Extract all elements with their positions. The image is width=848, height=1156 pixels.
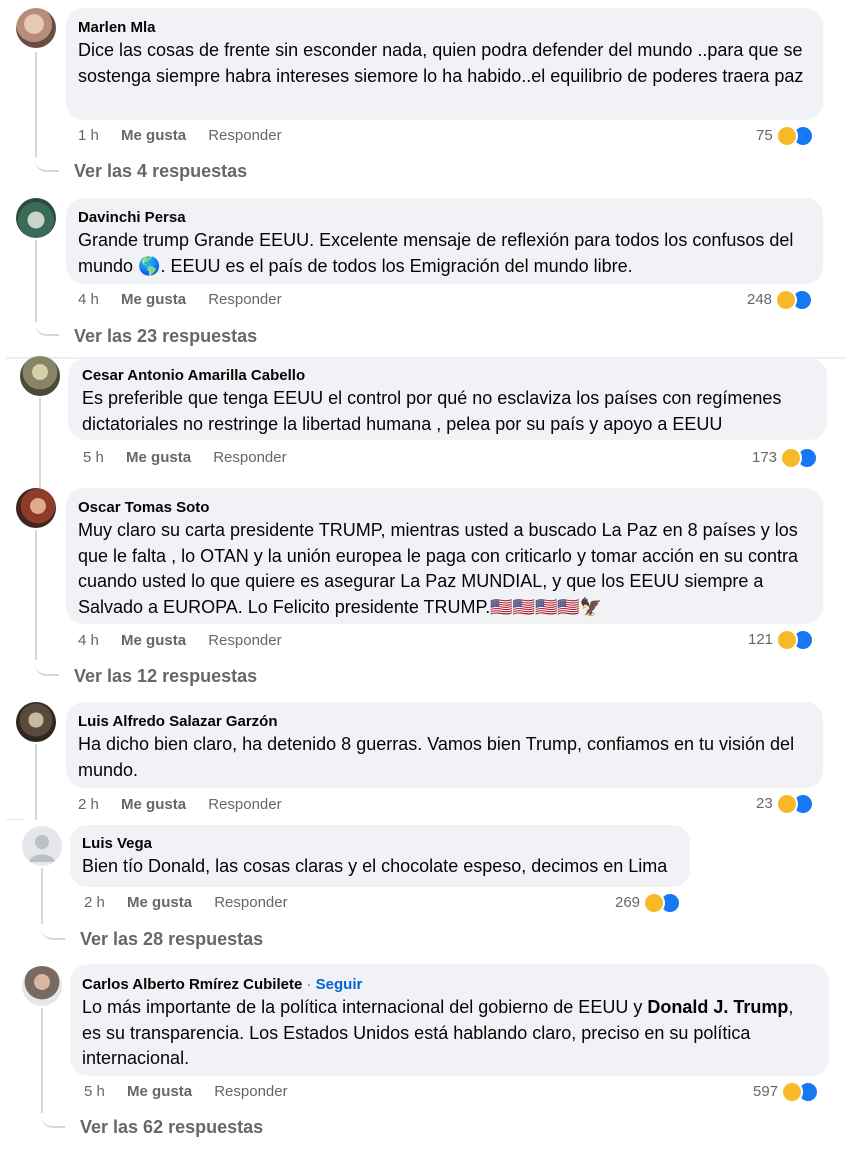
comment-author[interactable]: Davinchi Persa (78, 208, 811, 228)
haha-reaction-icon (775, 125, 798, 147)
comment-bubble: Carlos Alberto Rmírez Cubilete · Seguir … (70, 964, 829, 1076)
comment-bubble: Luis Alfredo Salazar Garzón Ha dicho bie… (66, 702, 823, 788)
reaction-count: 269 (615, 894, 641, 911)
comment-bubble: Davinchi Persa Grande trump Grande EEUU.… (66, 198, 823, 284)
separator-dot: · (306, 976, 312, 993)
like-button[interactable]: Me gusta (126, 448, 191, 468)
reply-button[interactable]: Responder (214, 1082, 287, 1102)
reply-button[interactable]: Responder (208, 126, 281, 146)
reaction-summary[interactable]: 597 (753, 1081, 820, 1103)
reaction-summary[interactable]: 121 (748, 629, 815, 651)
reply-button[interactable]: Responder (213, 448, 286, 468)
reaction-summary[interactable]: 23 (756, 793, 814, 815)
reply-button[interactable]: Responder (208, 290, 281, 310)
reaction-count: 173 (752, 449, 778, 466)
reaction-count: 75 (756, 127, 773, 144)
comment-text: Ha dicho bien claro, ha detenido 8 guerr… (78, 734, 795, 780)
comment-time[interactable]: 5 h (84, 1082, 105, 1102)
reaction-summary[interactable]: 75 (756, 125, 814, 147)
reply-button[interactable]: Responder (214, 893, 287, 913)
avatar[interactable] (16, 8, 56, 48)
mentioned-profile-link[interactable]: Donald J. Trump (647, 997, 788, 1017)
view-replies-link[interactable]: Ver las 4 respuestas (74, 160, 247, 182)
like-button[interactable]: Me gusta (127, 1082, 192, 1102)
comment-text: Grande trump Grande EEUU. Excelente mens… (78, 230, 794, 276)
comment-author[interactable]: Cesar Antonio Amarilla Cabello (82, 366, 815, 386)
reply-button[interactable]: Responder (208, 631, 281, 651)
haha-reaction-icon (775, 793, 798, 815)
comment-time[interactable]: 4 h (78, 631, 99, 651)
comment-text: Lo más importante de la política interna… (82, 995, 817, 1072)
avatar[interactable] (20, 356, 60, 396)
comment-bubble: Oscar Tomas Soto Muy claro su carta pres… (66, 488, 823, 624)
comment-text: Bien tío Donald, las cosas claras y el c… (82, 856, 668, 876)
reaction-count: 248 (747, 291, 773, 308)
default-avatar-icon[interactable] (22, 826, 62, 866)
comment-time[interactable]: 1 h (78, 126, 99, 146)
comment-author[interactable]: Luis Vega (82, 834, 678, 854)
like-button[interactable]: Me gusta (121, 795, 186, 815)
reply-button[interactable]: Responder (208, 795, 281, 815)
comment-text: Es preferible que tenga EEUU el control … (82, 388, 782, 434)
reaction-summary[interactable]: 248 (747, 289, 814, 311)
comment-time[interactable]: 2 h (78, 795, 99, 815)
comment-text: Dice las cosas de frente sin esconder na… (78, 40, 804, 86)
haha-reaction-icon (643, 892, 666, 914)
reaction-count: 23 (756, 795, 773, 812)
haha-reaction-icon (780, 447, 803, 469)
haha-reaction-icon (776, 629, 799, 651)
reaction-count: 597 (753, 1083, 779, 1100)
comment-bubble: Cesar Antonio Amarilla Cabello Es prefer… (68, 358, 827, 440)
avatar[interactable] (16, 198, 56, 238)
comment-author[interactable]: Carlos Alberto Rmírez Cubilete (82, 976, 302, 993)
avatar[interactable] (22, 966, 62, 1006)
comment-bubble: Marlen Mla Dice las cosas de frente sin … (66, 8, 823, 120)
comment-text-part: Lo más importante de la política interna… (82, 997, 648, 1017)
reaction-count: 121 (748, 631, 774, 648)
haha-reaction-icon (781, 1081, 804, 1103)
view-replies-link[interactable]: Ver las 28 respuestas (80, 928, 263, 950)
avatar[interactable] (16, 488, 56, 528)
comment-author[interactable]: Oscar Tomas Soto (78, 498, 811, 518)
reaction-summary[interactable]: 173 (752, 447, 819, 469)
follow-button[interactable]: Seguir (316, 976, 363, 993)
comment-bubble: Luis Vega Bien tío Donald, las cosas cla… (70, 825, 690, 887)
avatar[interactable] (16, 702, 56, 742)
separator (6, 819, 24, 820)
comment-author[interactable]: Marlen Mla (78, 18, 811, 38)
haha-reaction-icon (775, 289, 798, 311)
comment-time[interactable]: 2 h (84, 893, 105, 913)
comment-text: Muy claro su carta presidente TRUMP, mie… (78, 520, 799, 617)
reaction-summary[interactable]: 269 (615, 892, 682, 914)
view-replies-link[interactable]: Ver las 12 respuestas (74, 665, 257, 687)
comment-header: Carlos Alberto Rmírez Cubilete · Seguir (82, 975, 817, 995)
like-button[interactable]: Me gusta (121, 290, 186, 310)
comment-time[interactable]: 4 h (78, 290, 99, 310)
like-button[interactable]: Me gusta (127, 893, 192, 913)
view-replies-link[interactable]: Ver las 62 respuestas (80, 1116, 263, 1138)
like-button[interactable]: Me gusta (121, 631, 186, 651)
comment-time[interactable]: 5 h (83, 448, 104, 468)
comment-author[interactable]: Luis Alfredo Salazar Garzón (78, 712, 811, 732)
like-button[interactable]: Me gusta (121, 126, 186, 146)
view-replies-link[interactable]: Ver las 23 respuestas (74, 325, 257, 347)
